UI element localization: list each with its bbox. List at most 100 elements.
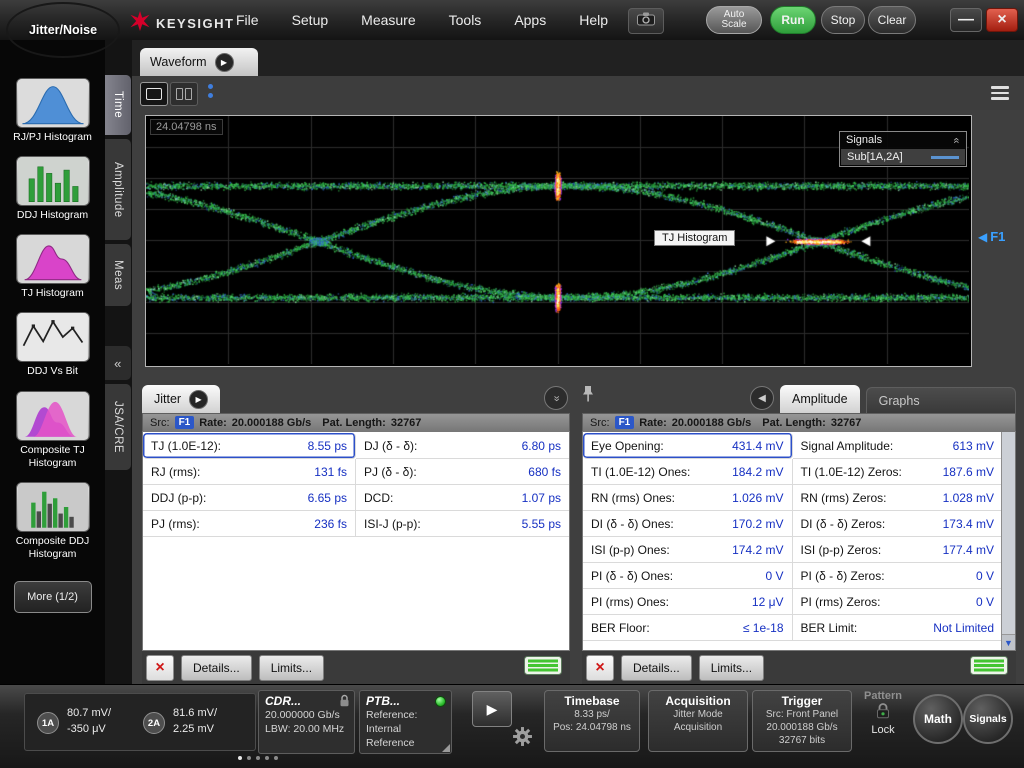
- single-display-button[interactable]: [140, 82, 168, 106]
- tab-meas[interactable]: Meas: [105, 244, 131, 306]
- tab-amplitude-vertical[interactable]: Amplitude: [105, 139, 131, 240]
- amplitude-limits-button[interactable]: Limits...: [699, 655, 764, 681]
- measurement-ber-limit[interactable]: BER Limit:Not Limited: [793, 615, 1003, 641]
- src-badge[interactable]: F1: [175, 416, 195, 429]
- timebase-block[interactable]: Timebase 8.33 ps/ Pos: 24.04798 ns: [544, 690, 640, 752]
- measurement-value: 431.4 mV: [732, 439, 783, 453]
- collapse-panel-button[interactable]: »: [544, 386, 568, 410]
- minimize-button[interactable]: —: [950, 8, 982, 32]
- measurement-rn-rms-zeros[interactable]: RN (rms) Zeros:1.028 mV: [793, 485, 1003, 511]
- app-mode-logo[interactable]: Jitter/Noise: [6, 2, 120, 58]
- split-display-button[interactable]: [170, 82, 198, 106]
- measurement-tj-1-0e-12[interactable]: TJ (1.0E-12):8.55 ps: [143, 433, 356, 459]
- measurement-eye-opening[interactable]: Eye Opening:431.4 mV: [583, 433, 793, 459]
- menu-file[interactable]: File: [236, 12, 259, 28]
- measurement-isi-p-p-zeros[interactable]: ISI (p-p) Zeros:177.4 mV: [793, 537, 1003, 563]
- settings-button[interactable]: [510, 727, 534, 751]
- menu-apps[interactable]: Apps: [514, 12, 546, 28]
- tab-time[interactable]: Time: [105, 75, 131, 135]
- rate-value: 20.000188 Gb/s: [232, 417, 312, 429]
- stop-button[interactable]: Stop: [821, 6, 865, 34]
- jitter-delete-button[interactable]: ×: [146, 655, 174, 681]
- measurement-pj[interactable]: PJ (δ - δ):680 fs: [356, 459, 569, 485]
- jitter-play-button[interactable]: ▶: [189, 390, 208, 409]
- cdr-block[interactable]: CDR... 20.000000 Gb/s LBW: 20.00 MHz: [258, 690, 355, 754]
- pattern-lock-indicator[interactable]: Pattern Lock: [857, 690, 909, 756]
- sidebar-item-ddj-histogram[interactable]: DDJ Histogram: [0, 156, 105, 222]
- channel-panel[interactable]: 1A 80.7 mV/ -350 μV 2A 81.6 mV/ 2.25 mV: [24, 693, 256, 751]
- measurement-row: TJ (1.0E-12):8.55 psDJ (δ - δ):6.80 ps: [143, 433, 569, 459]
- sidebar-item-ddj-vs-bit[interactable]: DDJ Vs Bit: [0, 312, 105, 378]
- measurement-isi-p-p-ones[interactable]: ISI (p-p) Ones:174.2 mV: [583, 537, 793, 563]
- menu-tools[interactable]: Tools: [449, 12, 482, 28]
- menu-measure[interactable]: Measure: [361, 12, 415, 28]
- ptb-reference-value: Internal Reference: [366, 722, 445, 750]
- channel-2a-badge[interactable]: 2A: [143, 712, 165, 734]
- measurement-pj-rms[interactable]: PJ (rms):236 fs: [143, 511, 356, 537]
- measurement-ddj-p-p[interactable]: DDJ (p-p):6.65 ps: [143, 485, 356, 511]
- amplitude-scrollbar[interactable]: ▼: [1001, 432, 1015, 650]
- measurement-pi-zeros[interactable]: PI (δ - δ) Zeros:0 V: [793, 563, 1003, 589]
- tab-graphs[interactable]: Graphs: [866, 387, 1016, 413]
- waveform-play-button[interactable]: ▶: [215, 53, 234, 72]
- jitter-panel: Jitter ▶ » Src: F1 Rate: 20.000188 Gb/s …: [142, 385, 570, 685]
- collapse-sidebar-button[interactable]: «: [105, 346, 131, 380]
- channel-1a-badge[interactable]: 1A: [37, 712, 59, 734]
- tab-amplitude[interactable]: Amplitude: [780, 385, 860, 413]
- measurement-isi-j-p-p[interactable]: ISI-J (p-p):5.55 ps: [356, 511, 569, 537]
- close-button[interactable]: ×: [986, 8, 1018, 32]
- sidebar-item-rj-pj-histogram[interactable]: RJ/PJ Histogram: [0, 78, 105, 144]
- pin-icon[interactable]: [582, 385, 594, 407]
- signals-legend-header[interactable]: Signals »: [840, 132, 966, 148]
- options-dots-icon[interactable]: [208, 84, 213, 98]
- f1-function-marker[interactable]: ◀ F1: [978, 229, 1005, 244]
- signals-button[interactable]: Signals: [963, 694, 1013, 744]
- jitter-details-button[interactable]: Details...: [181, 655, 252, 681]
- page-indicator-dots[interactable]: [238, 756, 278, 760]
- sidebar-item-composite-tj-histogram[interactable]: Composite TJ Histogram: [0, 391, 105, 470]
- measurement-di-ones[interactable]: DI (δ - δ) Ones:170.2 mV: [583, 511, 793, 537]
- scroll-tabs-left-button[interactable]: ◀: [750, 386, 774, 410]
- measurement-pi-rms-zeros[interactable]: PI (rms) Zeros:0 V: [793, 589, 1003, 615]
- math-button[interactable]: Math: [913, 694, 963, 744]
- pattern-length-label: Pat. Length:: [762, 417, 826, 429]
- menu-setup[interactable]: Setup: [292, 12, 329, 28]
- signals-legend-item[interactable]: Sub[1A,2A]: [841, 149, 965, 165]
- src-badge[interactable]: F1: [615, 416, 635, 429]
- measurement-name: DJ (δ - δ):: [364, 439, 417, 453]
- measurement-row: RJ (rms):131 fsPJ (δ - δ):680 fs: [143, 459, 569, 485]
- more-button[interactable]: More (1/2): [14, 581, 92, 613]
- ptb-block[interactable]: PTB... Reference: Internal Reference: [359, 690, 452, 754]
- measurement-ti-1-0e-12-ones[interactable]: TI (1.0E-12) Ones:184.2 mV: [583, 459, 793, 485]
- measurement-dj[interactable]: DJ (δ - δ):6.80 ps: [356, 433, 569, 459]
- amplitude-details-button[interactable]: Details...: [621, 655, 692, 681]
- eye-diagram-display[interactable]: 24.04798 ns Signals » Sub[1A,2A] TJ Hist…: [145, 115, 972, 367]
- measurement-pi-ones[interactable]: PI (δ - δ) Ones:0 V: [583, 563, 793, 589]
- trigger-block[interactable]: Trigger Src: Front Panel 20.000188 Gb/s …: [752, 690, 852, 752]
- measurement-ti-1-0e-12-zeros[interactable]: TI (1.0E-12) Zeros:187.6 mV: [793, 459, 1003, 485]
- measurement-pi-rms-ones[interactable]: PI (rms) Ones:12 μV: [583, 589, 793, 615]
- scroll-down-button[interactable]: ▼: [1002, 634, 1015, 650]
- measurement-rn-rms-ones[interactable]: RN (rms) Ones:1.026 mV: [583, 485, 793, 511]
- measurement-signal-amplitude[interactable]: Signal Amplitude:613 mV: [793, 433, 1003, 459]
- measurement-dcd[interactable]: DCD:1.07 ps: [356, 485, 569, 511]
- tab-jitter[interactable]: Jitter ▶: [142, 385, 220, 413]
- jitter-limits-button[interactable]: Limits...: [259, 655, 324, 681]
- tj-histogram-marker-label[interactable]: TJ Histogram: [654, 230, 735, 246]
- run-button[interactable]: Run: [770, 6, 816, 34]
- display-menu-button[interactable]: [986, 81, 1014, 105]
- sidebar-item-composite-ddj-histogram[interactable]: Composite DDJ Histogram: [0, 482, 105, 561]
- amplitude-delete-button[interactable]: ×: [586, 655, 614, 681]
- clear-button[interactable]: Clear: [868, 6, 916, 34]
- measurement-di-zeros[interactable]: DI (δ - δ) Zeros:173.4 mV: [793, 511, 1003, 537]
- acquisition-block[interactable]: Acquisition Jitter Mode Acquisition: [648, 690, 748, 752]
- auto-scale-button[interactable]: Auto Scale: [706, 6, 762, 34]
- measurement-rj-rms[interactable]: RJ (rms):131 fs: [143, 459, 356, 485]
- tab-waveform[interactable]: Waveform ▶: [140, 48, 258, 76]
- sidebar-item-tj-histogram[interactable]: TJ Histogram: [0, 234, 105, 300]
- acquisition-play-button[interactable]: ▶: [472, 691, 512, 727]
- menu-help[interactable]: Help: [579, 12, 608, 28]
- measurement-ber-floor[interactable]: BER Floor:≤ 1e-18: [583, 615, 793, 641]
- tab-jsa-cre[interactable]: JSA/CRE: [105, 384, 131, 470]
- screenshot-button[interactable]: [628, 8, 664, 34]
